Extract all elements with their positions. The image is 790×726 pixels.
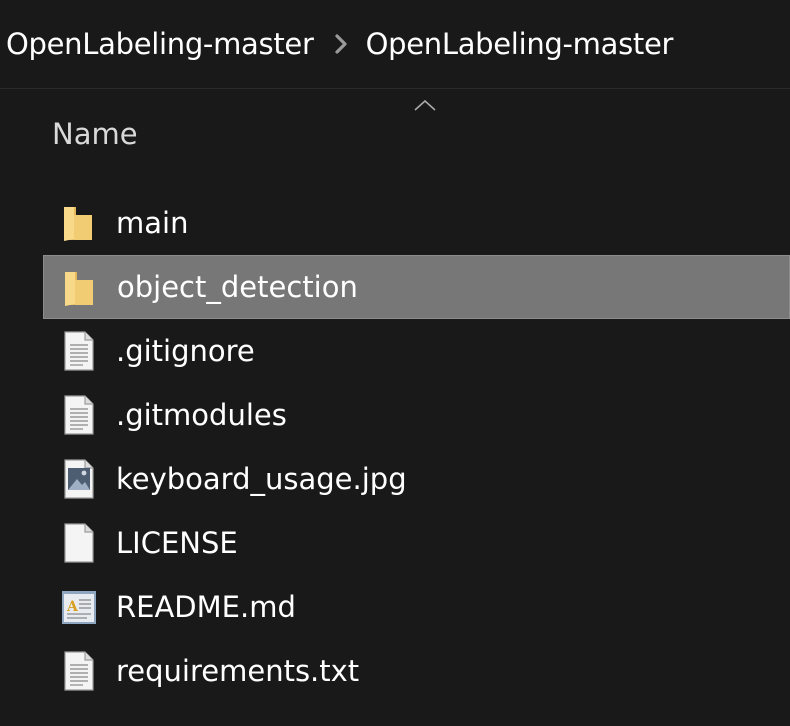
file-name: keyboard_usage.jpg [116, 462, 407, 496]
list-item-readme[interactable]: A README.md [43, 575, 790, 639]
file-name: object_detection [117, 270, 358, 304]
markdown-file-icon: A [59, 587, 99, 627]
text-file-icon [59, 651, 99, 691]
list-item-gitmodules[interactable]: .gitmodules [43, 383, 790, 447]
sort-ascending-icon [412, 97, 438, 111]
file-list: main object_detection .gitignore .gitmod… [43, 191, 790, 703]
blank-file-icon [59, 523, 99, 563]
file-name: LICENSE [116, 526, 238, 560]
file-name: main [116, 206, 189, 240]
breadcrumb: OpenLabeling-master OpenLabeling-master [6, 22, 673, 66]
list-item-license[interactable]: LICENSE [43, 511, 790, 575]
folder-icon [60, 268, 100, 308]
file-name: README.md [116, 590, 296, 624]
list-item-requirements[interactable]: requirements.txt [43, 639, 790, 703]
chevron-right-icon[interactable] [330, 30, 352, 58]
breadcrumb-item-parent[interactable]: OpenLabeling-master [6, 27, 314, 61]
svg-text:A: A [66, 599, 79, 615]
address-bar: OpenLabeling-master OpenLabeling-master [0, 0, 790, 88]
file-list-pane: Name main object_detection .gitignore .g… [0, 89, 790, 726]
text-file-icon [59, 331, 99, 371]
file-name: .gitignore [116, 334, 255, 368]
folder-icon [59, 203, 99, 243]
file-name: requirements.txt [116, 654, 360, 688]
text-file-icon [59, 395, 99, 435]
list-item-main[interactable]: main [43, 191, 790, 255]
list-item-gitignore[interactable]: .gitignore [43, 319, 790, 383]
list-item-keyboard-usage[interactable]: keyboard_usage.jpg [43, 447, 790, 511]
list-item-object-detection[interactable]: object_detection [43, 255, 790, 319]
file-name: .gitmodules [116, 398, 287, 432]
column-header-name[interactable]: Name [52, 117, 138, 151]
breadcrumb-item-current[interactable]: OpenLabeling-master [366, 27, 674, 61]
image-file-icon [59, 459, 99, 499]
